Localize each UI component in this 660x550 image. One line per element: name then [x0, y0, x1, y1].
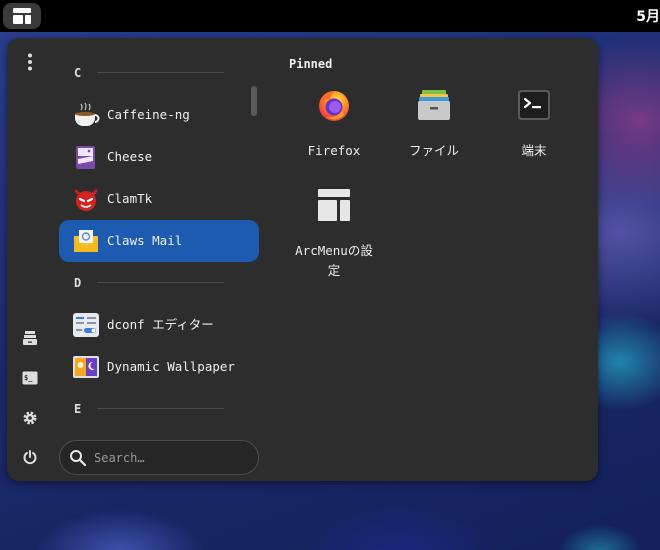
pin-label: ArcMenuの設定: [295, 243, 373, 278]
pinned-item-terminal[interactable]: 端末: [484, 85, 584, 161]
terminal-shortcut-button[interactable]: $_: [19, 367, 41, 389]
app-label: Claws Mail: [107, 233, 183, 248]
menu-dots-button[interactable]: [19, 51, 41, 73]
search-input[interactable]: [94, 441, 244, 474]
clock[interactable]: 5月: [636, 6, 660, 26]
app-list-scrollbar[interactable]: [251, 86, 257, 116]
terminal-icon: [518, 90, 550, 120]
app-label: ClamTk: [107, 191, 153, 206]
search-box[interactable]: [59, 440, 259, 475]
power-icon: [23, 450, 37, 465]
clamtk-icon: [74, 189, 98, 211]
arcmenu-icon: [13, 8, 31, 24]
settings-icon: [23, 411, 37, 425]
power-button[interactable]: [19, 446, 41, 468]
app-item-claws-mail[interactable]: Claws Mail: [59, 220, 259, 262]
file-cabinet-icon: [23, 331, 37, 345]
top-bar: 5月: [0, 0, 660, 32]
arcmenu-button[interactable]: [3, 3, 41, 29]
coffee-cup-icon: [75, 102, 100, 126]
section-letter: C: [74, 66, 82, 80]
firefox-icon: [319, 91, 349, 121]
settings-button[interactable]: [19, 407, 41, 429]
app-item-dynamic-wallpaper[interactable]: Dynamic Wallpaper: [59, 346, 259, 388]
app-label: Dynamic Wallpaper: [107, 359, 235, 374]
pin-label: ファイル: [408, 143, 459, 158]
app-label: Cheese: [107, 149, 153, 164]
mail-envelope-icon: [74, 230, 98, 252]
search-icon: [70, 450, 87, 467]
pinned-heading: Pinned: [289, 57, 333, 71]
app-item-clamtk[interactable]: ClamTk: [59, 178, 259, 220]
svg-text:$_: $_: [24, 374, 33, 382]
pinned-item-firefox[interactable]: Firefox: [284, 85, 384, 161]
section-letter: D: [74, 276, 82, 290]
cheese-icon: [76, 146, 95, 169]
app-label: dconf エディター: [107, 317, 214, 332]
app-item-caffeine-ng[interactable]: Caffeine-ng: [59, 94, 259, 136]
app-item-cheese[interactable]: Cheese: [59, 136, 259, 178]
app-label: Caffeine-ng: [107, 107, 190, 122]
dynamic-wallpaper-icon: [73, 356, 99, 378]
pin-label: 端末: [521, 143, 547, 158]
app-item-dconf-editor[interactable]: dconf エディター: [59, 304, 259, 346]
arcmenu-panel: $_ C Caffeine-ng Cheese ClamTk Claws Mai…: [7, 38, 598, 481]
terminal-icon: $_: [22, 371, 38, 385]
section-divider: [97, 72, 224, 73]
menu-dots-icon: [28, 53, 32, 71]
section-divider: [97, 282, 224, 283]
dconf-icon: [73, 313, 99, 337]
arcmenu-settings-icon: [318, 189, 350, 221]
pinned-item-arcmenu-settings[interactable]: ArcMenuの設定: [284, 185, 384, 281]
pinned-item-files[interactable]: ファイル: [384, 85, 484, 161]
files-shortcut-button[interactable]: [19, 327, 41, 349]
file-cabinet-icon: [418, 90, 450, 120]
section-letter: E: [74, 402, 82, 416]
section-divider: [97, 408, 224, 409]
pin-label: Firefox: [307, 143, 361, 158]
